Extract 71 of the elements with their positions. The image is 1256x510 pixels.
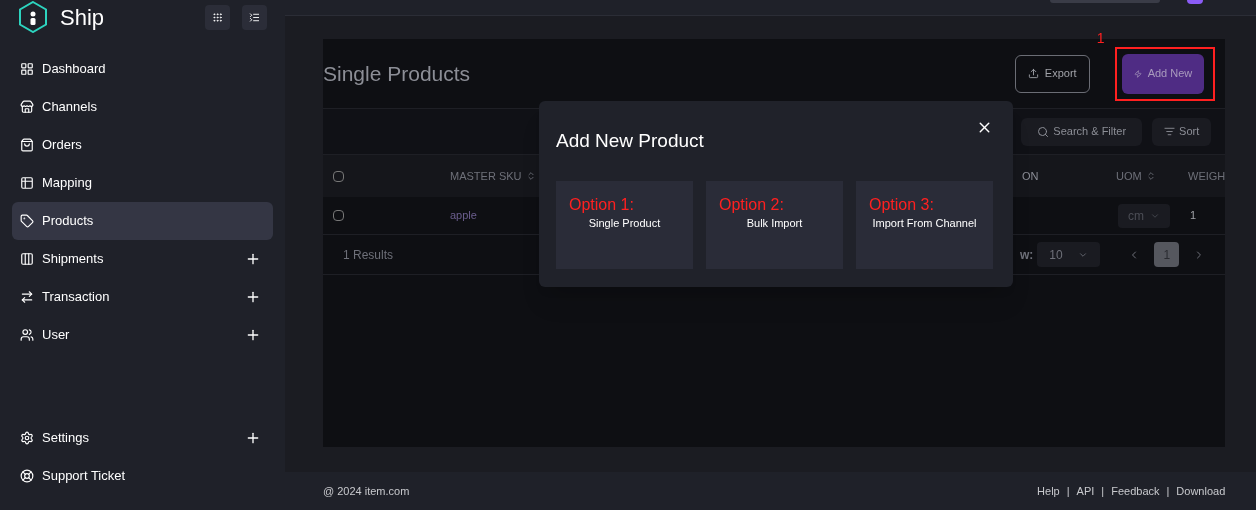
column-header[interactable]: UOM xyxy=(1116,167,1188,185)
annotation-label: Option 1: xyxy=(568,195,634,215)
footer-link[interactable]: Help xyxy=(1037,482,1060,500)
option-label: Single Product xyxy=(588,216,661,231)
sidebar-item[interactable]: Transaction xyxy=(12,278,273,316)
sidebar-item[interactable]: Channels xyxy=(12,88,273,126)
sort-arrows-icon xyxy=(1145,171,1156,181)
sort-arrows-icon xyxy=(525,171,536,181)
nav-icon xyxy=(20,431,34,445)
expand-icon[interactable] xyxy=(245,289,261,305)
nav-icon xyxy=(20,214,34,228)
bolt-icon xyxy=(1133,69,1142,78)
results-count: 1 Results xyxy=(342,246,395,264)
footer-link[interactable]: API xyxy=(1076,482,1095,500)
checkbox[interactable] xyxy=(333,210,344,221)
logo-icon xyxy=(18,1,48,33)
option-card[interactable]: Option 3: Import From Channel xyxy=(856,181,993,269)
nav-icon xyxy=(20,252,34,266)
export-button[interactable]: Export xyxy=(1014,54,1090,93)
nav-icon xyxy=(20,328,34,342)
checkbox[interactable] xyxy=(333,170,344,182)
add-new-button[interactable]: Add New xyxy=(1121,53,1205,94)
sidebar-item[interactable]: Support Ticket xyxy=(12,457,273,495)
search-filter-button[interactable]: Search & Filter xyxy=(1021,117,1143,146)
footer-link[interactable]: Feedback xyxy=(1111,482,1160,500)
expand-icon[interactable] xyxy=(245,251,261,267)
sort-button[interactable]: Sort xyxy=(1152,117,1212,146)
sidebar-item[interactable]: User xyxy=(12,316,273,354)
rows-label: w: xyxy=(1019,246,1034,264)
sidebar-item[interactable]: Settings xyxy=(12,419,273,457)
upload-icon xyxy=(1027,68,1039,79)
avatar[interactable] xyxy=(1187,0,1204,4)
nav-icon xyxy=(20,290,34,304)
separator-text: | xyxy=(1166,483,1170,499)
apps-button[interactable] xyxy=(205,4,230,30)
table-cell-text: apple xyxy=(450,208,477,224)
option-card[interactable]: Option 1: Single Product xyxy=(556,181,693,269)
nav-icon xyxy=(20,100,34,114)
sidebar-item[interactable]: Orders xyxy=(12,126,273,164)
sort-icon xyxy=(1164,126,1176,137)
option-card[interactable]: Option 2: Bulk Import xyxy=(706,181,843,269)
page-title: Single Products xyxy=(323,60,472,87)
sidebar-item[interactable]: Shipments xyxy=(12,240,273,278)
nav-icon xyxy=(20,138,34,152)
column-header[interactable]: ON xyxy=(1016,167,1039,185)
brand-name: Ship xyxy=(60,3,106,32)
expand-icon[interactable] xyxy=(245,430,261,446)
sidebar-item[interactable]: Dashboard xyxy=(12,50,273,88)
table-cell-text: 1 xyxy=(1190,208,1197,224)
sidebar-item[interactable]: Products xyxy=(12,202,273,240)
search-icon xyxy=(1037,125,1050,138)
page-size-select[interactable]: 10 xyxy=(1037,242,1101,267)
separator-text: | xyxy=(1066,483,1070,499)
annotation-label: 1 xyxy=(1096,28,1105,48)
expand-icon[interactable] xyxy=(245,327,261,343)
nav-icon xyxy=(20,469,34,483)
grid-icon xyxy=(212,11,223,23)
nav-icon xyxy=(20,62,34,76)
collapse-button[interactable] xyxy=(242,4,267,30)
nav-icon xyxy=(20,176,34,190)
option-label: Import From Channel xyxy=(872,216,977,231)
separator-text: | xyxy=(1101,483,1105,499)
annotation-label: Option 3: xyxy=(868,195,934,215)
collapse-icon xyxy=(249,11,260,23)
sidebar-item[interactable]: Mapping xyxy=(12,164,273,202)
footer-link[interactable]: Download xyxy=(1176,482,1226,500)
column-header[interactable]: WEIGH xyxy=(1188,167,1226,185)
option-label: Bulk Import xyxy=(746,216,803,231)
modal-title: Add New Product xyxy=(556,128,705,153)
copyright-text: @ 2024 item.com xyxy=(323,483,411,499)
annotation-label: Option 2: xyxy=(718,195,784,215)
